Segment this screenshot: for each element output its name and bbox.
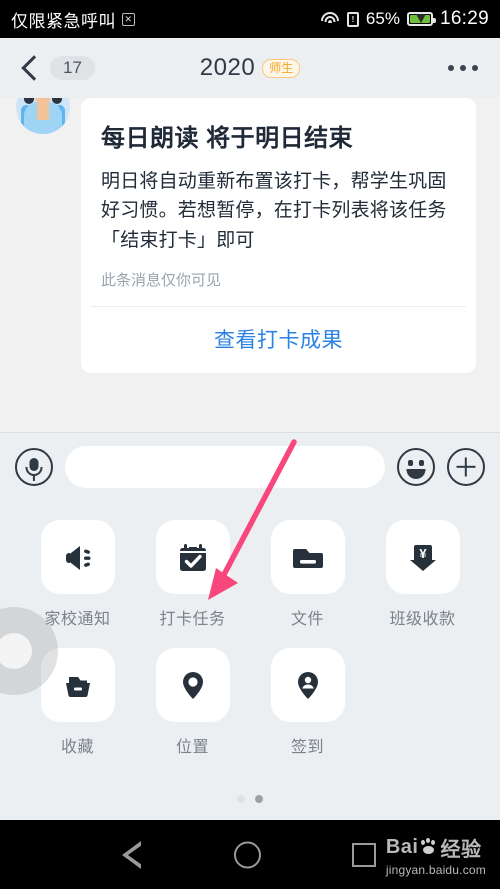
card-visibility-note: 此条消息仅你可见 [101,272,222,290]
wifi-icon [321,12,340,26]
message-input[interactable] [65,446,385,488]
status-bar: 仅限紧急呼叫 ✕ ! 65% 16:29 [0,0,500,38]
status-icons: ! 65% 16:29 [321,8,489,30]
paw-icon [420,838,438,855]
no-service-icon: ✕ [122,12,135,26]
app-navigation-bar: 17 2020 师生 [0,38,500,98]
clock-label: 16:29 [439,8,489,29]
android-home-icon[interactable] [234,841,261,868]
status-badge: 师生 [262,58,301,78]
attachment-item-class-payment[interactable]: ¥ 班级收款 [365,501,480,629]
watermark: Bai 经验 jingyan.baidu.com [386,833,486,877]
attachment-item-empty [365,629,480,757]
android-back-icon-inner [128,844,142,865]
card-body-text: 明日将自动重新布置该打卡，帮学生巩固好习惯。若想暂停，在打卡列表将该任务「结束打… [101,171,447,251]
folder-icon [270,520,345,594]
attachment-label: 签到 [290,739,324,756]
megaphone-icon [40,520,115,594]
card-title: 每日朗读 将于明日结束 [101,125,354,152]
battery-charging-icon [406,12,436,26]
watermark-label: 经验 [440,838,482,861]
attachment-item-home-school-notice[interactable]: 家校通知 [20,501,135,629]
page-dot-2[interactable] [255,795,263,803]
more-options-icon[interactable] [448,65,478,71]
unread-count-badge[interactable]: 17 [50,56,95,80]
attachment-label: 班级收款 [389,611,456,628]
view-results-link[interactable]: 查看打卡成果 [81,307,476,373]
attachment-row-1: 家校通知 打卡任务 文件 ¥ 班级收款 [0,501,500,629]
watermark-url: jingyan.baidu.com [385,862,486,877]
panel-page-indicator [0,795,500,803]
attachment-item-file[interactable]: 文件 [250,501,365,629]
attachment-panel: 家校通知 打卡任务 文件 ¥ 班级收款 收藏 位置 签到 [0,501,500,821]
svg-text:¥: ¥ [419,546,427,561]
attachment-item-location[interactable]: 位置 [135,629,250,757]
emoji-smiley-icon[interactable] [397,448,435,486]
watermark-brand: Bai 经验 [386,833,486,862]
phone-screen: 仅限紧急呼叫 ✕ ! 65% 16:29 17 2020 师生 每日朗读 将于明… [0,0,500,889]
location-pin-icon [155,648,230,722]
yuan-download-icon: ¥ [385,520,460,594]
status-carrier: 仅限紧急呼叫 ✕ [11,7,135,32]
attachment-row-2: 收藏 位置 签到 [0,629,500,757]
android-navigation-bar: Bai 经验 jingyan.baidu.com [0,820,500,889]
sim-card-alert-icon: ! [346,11,359,27]
page-title: 2020 [199,54,256,81]
back-chevron-icon[interactable] [22,54,38,82]
carrier-label: 仅限紧急呼叫 [11,11,116,31]
android-recents-icon[interactable] [352,842,376,867]
battery-percent-label: 65% [365,9,400,28]
attachment-item-checkin-task[interactable]: 打卡任务 [135,501,250,629]
message-input-bar [0,433,500,501]
attachment-item-checkin[interactable]: 签到 [250,629,365,757]
plus-icon[interactable] [447,448,485,486]
message-card-body: 每日朗读 将于明日结束 明日将自动重新布置该打卡，帮学生巩固好习惯。若想暂停，在… [81,98,476,306]
attachment-label: 位置 [175,739,209,756]
attachment-label: 文件 [290,611,324,628]
attachment-label: 收藏 [60,739,94,756]
chat-message-area: 每日朗读 将于明日结束 明日将自动重新布置该打卡，帮学生巩固好习惯。若想暂停，在… [0,98,500,432]
calendar-check-icon [155,520,230,594]
message-row: 每日朗读 将于明日结束 明日将自动重新布置该打卡，帮学生巩固好习惯。若想暂停，在… [0,98,500,374]
attachment-label: 打卡任务 [159,611,226,628]
watermark-brand-text: Bai [385,835,419,858]
check-in-pin-icon [270,648,345,722]
microphone-icon[interactable] [15,448,53,486]
avatar[interactable] [16,98,70,134]
attachment-label: 家校通知 [44,611,111,628]
message-card: 每日朗读 将于明日结束 明日将自动重新布置该打卡，帮学生巩固好习惯。若想暂停，在… [81,98,476,374]
page-dot-1[interactable] [237,795,245,803]
